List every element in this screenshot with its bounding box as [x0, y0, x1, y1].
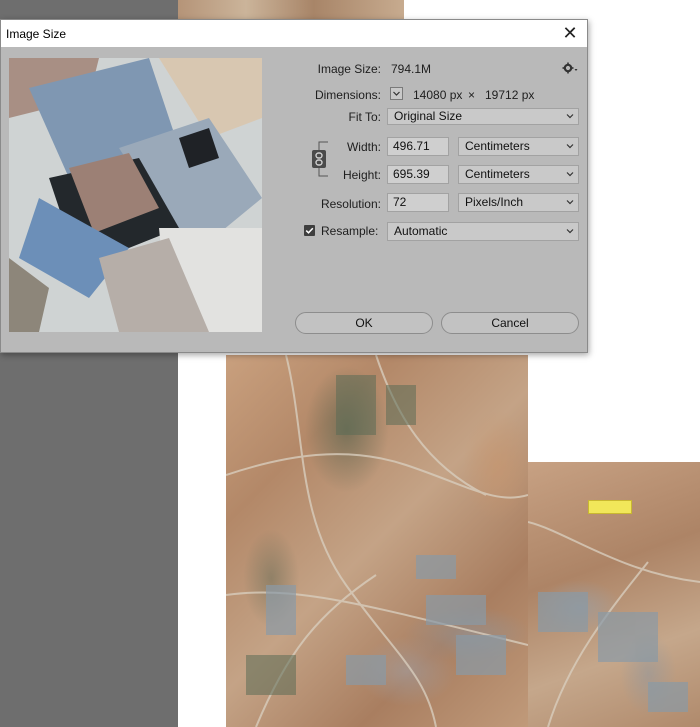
dialog-title: Image Size [6, 26, 67, 41]
image-preview[interactable] [9, 58, 262, 332]
resolution-unit-select[interactable]: Pixels/Inch [458, 193, 579, 212]
image-size-dialog: Image Size ✕ Image Size: 794.1M Dimensio… [0, 19, 588, 353]
fit-to-select[interactable]: Original Size [387, 108, 579, 125]
width-unit-select[interactable]: Centimeters [458, 137, 579, 156]
fit-to-label: Fit To: [348, 110, 381, 124]
width-unit-value: Centimeters [465, 139, 530, 153]
ok-button[interactable]: OK [295, 312, 433, 334]
height-unit-value: Centimeters [465, 167, 530, 181]
dialog-titlebar[interactable]: Image Size ✕ [1, 20, 587, 47]
chevron-down-icon [566, 170, 574, 177]
fit-to-value: Original Size [394, 109, 463, 123]
resample-label: Resample: [321, 224, 379, 238]
resolution-input[interactable]: 72 [387, 193, 449, 212]
resolution-unit-value: Pixels/Inch [465, 195, 524, 209]
gear-icon[interactable] [562, 61, 578, 75]
resolution-label: Resolution: [320, 197, 381, 211]
chevron-down-icon [566, 198, 574, 205]
chevron-down-icon [566, 112, 574, 119]
cancel-button[interactable]: Cancel [441, 312, 579, 334]
height-unit-select[interactable]: Centimeters [458, 165, 579, 184]
image-size-value: 794.1M [391, 62, 432, 76]
preview-thumbnail [9, 58, 262, 332]
satellite-map-image [226, 355, 528, 727]
dimensions-width: 14080 px [413, 88, 463, 102]
chevron-down-icon[interactable] [390, 87, 403, 100]
close-icon[interactable]: ✕ [561, 24, 579, 42]
height-input[interactable]: 695.39 [387, 165, 449, 184]
dimensions-times: × [468, 88, 476, 102]
map-image-top-edge [178, 0, 404, 20]
chevron-down-icon [566, 142, 574, 149]
chevron-down-icon [566, 227, 574, 234]
satellite-map-image-right [528, 462, 700, 727]
height-label: Height: [342, 168, 381, 182]
map-label-marker [588, 500, 632, 514]
width-label: Width: [346, 140, 381, 154]
dimensions-label: Dimensions: [314, 88, 381, 102]
resample-select[interactable]: Automatic [387, 222, 579, 241]
dimensions-height: 19712 px [485, 88, 535, 102]
width-input[interactable]: 496.71 [387, 137, 449, 156]
resample-value: Automatic [394, 224, 448, 238]
image-size-label: Image Size: [317, 62, 381, 76]
resample-checkbox[interactable] [304, 225, 315, 236]
